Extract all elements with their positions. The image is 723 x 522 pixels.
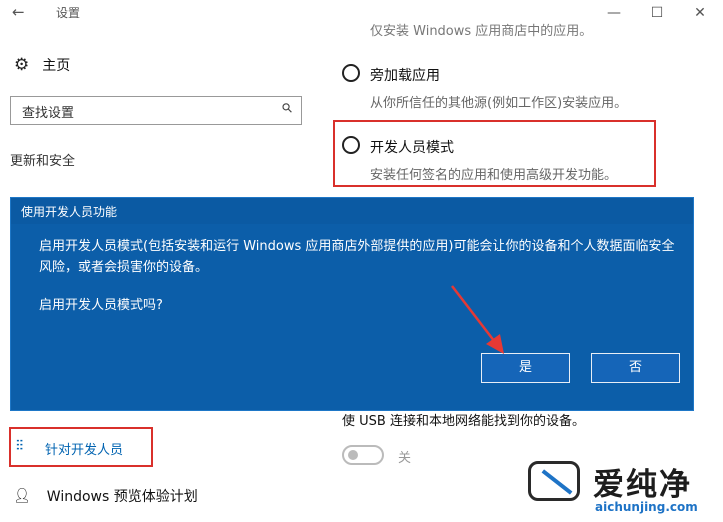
watermark-url: aichunjing.com xyxy=(595,500,698,514)
pointer-arrow-icon xyxy=(451,285,504,354)
developer-mode-description: 安装任何签名的应用和使用高级开发功能。 xyxy=(370,168,618,183)
developer-mode-radio[interactable] xyxy=(342,136,360,154)
watermark-logo-icon xyxy=(528,461,580,501)
title-bar: ← 设置 — ☐ ✕ xyxy=(0,0,723,26)
gear-icon: ⚙ xyxy=(14,55,30,75)
dialog-title: 使用开发人员功能 xyxy=(21,205,118,219)
developer-tools-icon: ⫶⫶ xyxy=(16,438,23,454)
dialog-title-bar: 使用开发人员功能 xyxy=(11,198,693,224)
sideload-radio[interactable] xyxy=(342,64,360,82)
usb-discovery-description: 使 USB 连接和本地网络能找到你的设备。 xyxy=(342,414,585,429)
home-label: 主页 xyxy=(42,58,71,74)
sidebar-item-home[interactable]: ⚙ 主页 xyxy=(14,54,70,76)
dialog-question: 启用开发人员模式吗? xyxy=(39,298,163,313)
maximize-button[interactable]: ☐ xyxy=(637,2,677,24)
sidebar-item-label: 针对开发人员 xyxy=(45,443,124,458)
section-title: 更新和安全 xyxy=(10,154,76,169)
settings-window: ← 设置 — ☐ ✕ ⚙ 主页 查找设置 ⚲ 更新和安全 ⫶⫶ 针对开发人员 👤… xyxy=(0,0,723,522)
sideload-description: 从你所信任的其他源(例如工作区)安装应用。 xyxy=(370,96,628,111)
no-button[interactable]: 否 xyxy=(591,353,680,383)
window-title: 设置 xyxy=(56,6,81,20)
search-input[interactable]: 查找设置 ⚲ xyxy=(10,96,302,125)
sidebar-item-insider[interactable]: 👤︎ Windows 预览体验计划 xyxy=(13,485,198,507)
watermark-name: 爱纯净 xyxy=(593,467,692,503)
watermark: 爱纯净 aichunjing.com xyxy=(523,457,723,522)
search-placeholder: 查找设置 xyxy=(22,106,75,121)
close-button[interactable]: ✕ xyxy=(680,2,720,24)
sidebar-item-label: Windows 预览体验计划 xyxy=(46,489,198,505)
developer-features-dialog: 使用开发人员功能 启用开发人员模式(包括安装和运行 Windows 应用商店外部… xyxy=(10,197,694,411)
device-discovery-toggle[interactable] xyxy=(342,445,384,465)
minimize-button[interactable]: — xyxy=(594,2,634,24)
user-icon: 👤︎ xyxy=(13,488,31,504)
developer-mode-title[interactable]: 开发人员模式 xyxy=(370,137,454,157)
sideload-title[interactable]: 旁加载应用 xyxy=(370,65,440,85)
back-arrow-icon[interactable]: ← xyxy=(12,3,25,21)
dialog-message: 启用开发人员模式(包括安装和运行 Windows 应用商店外部提供的应用)可能会… xyxy=(39,239,675,275)
toggle-knob xyxy=(348,450,358,460)
toggle-state-label: 关 xyxy=(398,451,412,466)
sidebar-item-for-developers[interactable]: ⫶⫶ 针对开发人员 xyxy=(9,427,153,467)
search-icon[interactable]: ⚲ xyxy=(280,100,297,117)
store-apps-description: 仅安装 Windows 应用商店中的应用。 xyxy=(370,24,593,39)
